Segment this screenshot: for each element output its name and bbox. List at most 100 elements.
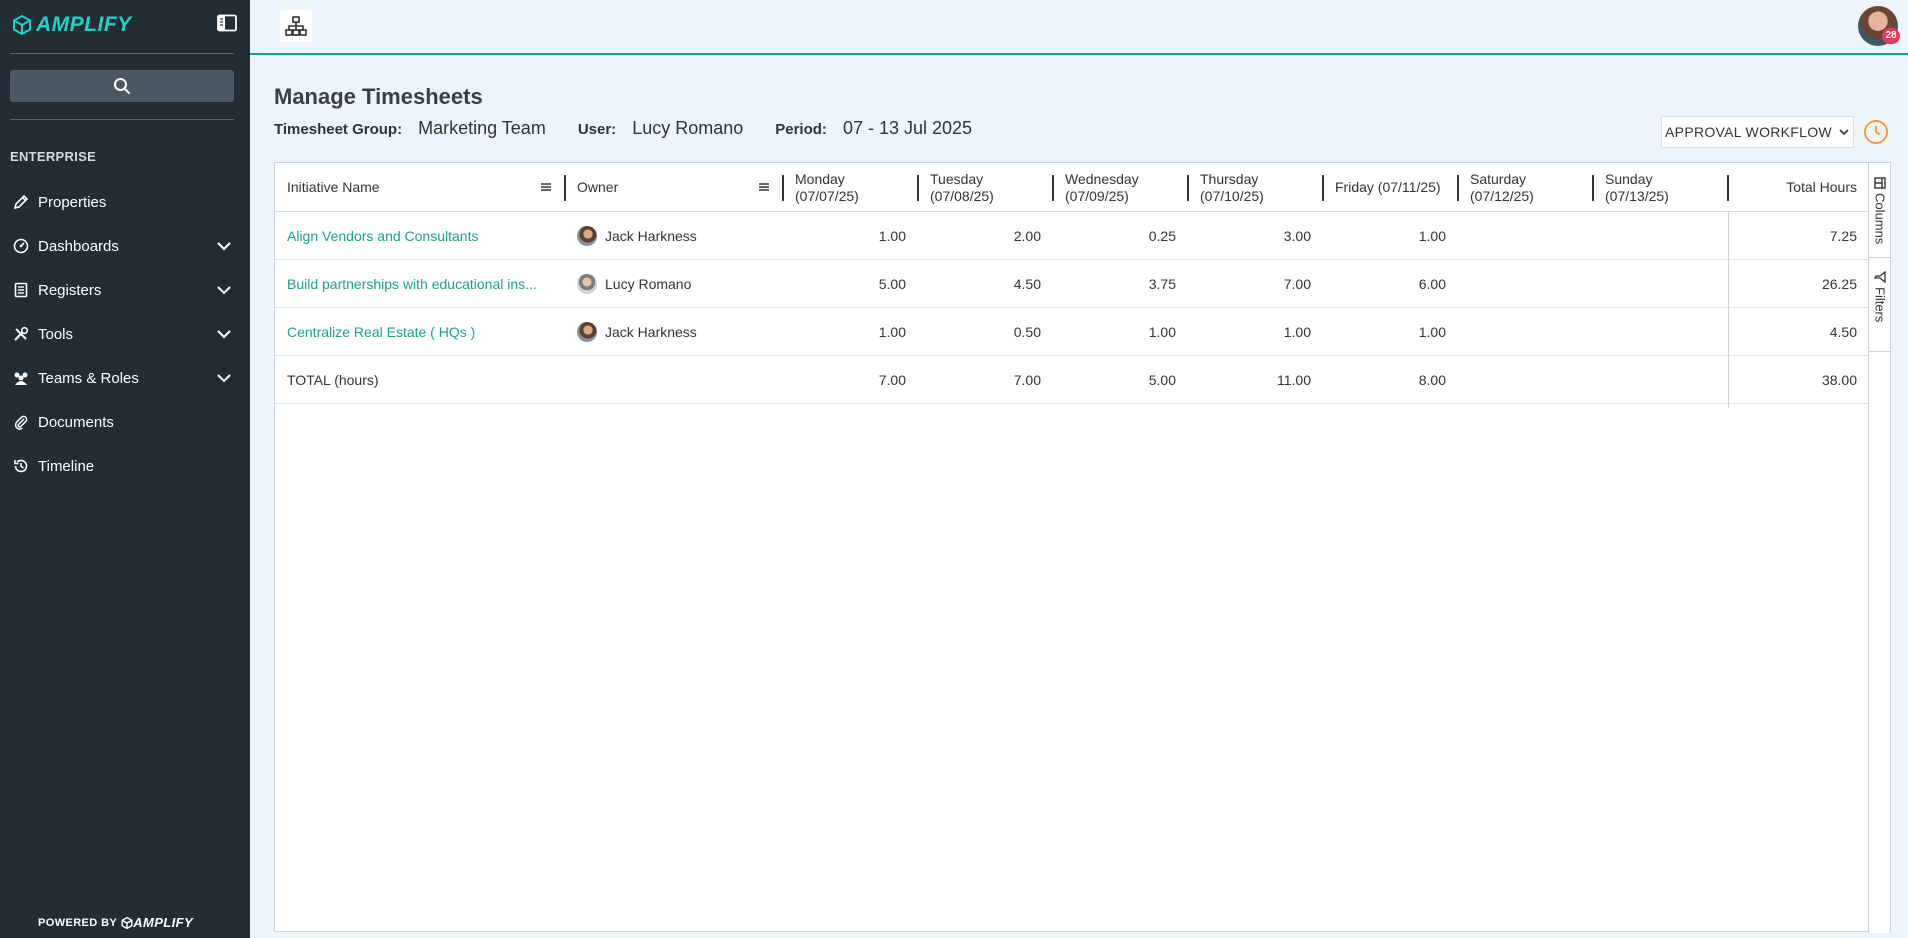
table-row[interactable]: Build partnerships with educational ins.… <box>275 260 1869 308</box>
column-header-sunday[interactable]: Sunday (07/13/25) <box>1593 163 1728 212</box>
table-row[interactable]: Centralize Real Estate ( HQs ) Jack Hark… <box>275 308 1869 356</box>
hours-cell-tuesday[interactable]: 0.50 <box>918 308 1041 355</box>
hours-cell-thursday[interactable]: 1.00 <box>1188 308 1311 355</box>
sidebar-item-label: Dashboards <box>38 237 119 255</box>
brand-name: AMPLIFY <box>36 13 132 36</box>
sidebar-item-tools[interactable]: Tools <box>0 312 250 356</box>
sidebar-divider <box>10 53 234 54</box>
column-header-thursday[interactable]: Thursday (07/10/25) <box>1188 163 1323 212</box>
owner-avatar <box>577 225 597 246</box>
column-header-label: Owner <box>577 179 619 195</box>
sidebar-item-documents[interactable]: Documents <box>0 400 250 444</box>
hierarchy-button[interactable] <box>280 10 312 42</box>
hours-cell-friday[interactable]: 6.00 <box>1323 260 1446 307</box>
chevron-down-icon[interactable] <box>216 238 232 254</box>
hours-cell-sunday[interactable] <box>1593 212 1716 259</box>
column-header-date: (07/09/25) <box>1065 187 1129 204</box>
hours-cell-wednesday[interactable]: 1.00 <box>1053 308 1176 355</box>
sidebar: AMPLIFY ENTERPRISE Properties Dashboards… <box>0 0 250 938</box>
column-header-label: Total Hours <box>1786 179 1857 195</box>
column-header-date: (07/07/25) <box>795 187 859 204</box>
dashboard-icon <box>12 237 30 255</box>
hours-cell-monday[interactable]: 5.00 <box>783 260 906 307</box>
column-header-monday[interactable]: Monday (07/07/25) <box>783 163 918 212</box>
hours-cell-friday[interactable]: 1.00 <box>1323 212 1446 259</box>
totals-label: TOTAL (hours) <box>287 371 379 388</box>
hours-cell-sunday[interactable] <box>1593 260 1716 307</box>
filters-tab[interactable]: Filters <box>1869 267 1891 347</box>
hours-cell-thursday[interactable]: 7.00 <box>1188 260 1311 307</box>
total-hours-cell: 26.25 <box>1821 275 1857 292</box>
sidebar-search-button[interactable] <box>10 70 234 102</box>
initiative-link[interactable]: Align Vendors and Consultants <box>287 212 557 259</box>
sidebar-item-timeline[interactable]: Timeline <box>0 444 250 488</box>
total-cell-sunday <box>1593 356 1716 403</box>
period-value: 07 - 13 Jul 2025 <box>842 118 973 138</box>
totals-row: TOTAL (hours) 7.00 7.00 5.00 11.00 8.00 … <box>275 356 1869 404</box>
grid-header: Initiative Name Owner Monday (07/07/25) T… <box>275 163 1869 212</box>
history-clock-button[interactable] <box>1862 118 1890 146</box>
column-header-day: Monday <box>795 170 845 187</box>
side-tab-divider <box>1869 351 1891 352</box>
sidebar-item-registers[interactable]: Registers <box>0 268 250 312</box>
hours-cell-sunday[interactable] <box>1593 308 1716 355</box>
total-cell-friday: 8.00 <box>1418 371 1446 388</box>
chevron-down-icon <box>1839 129 1849 136</box>
hours-cell-saturday[interactable] <box>1458 260 1581 307</box>
sidebar-item-dashboards[interactable]: Dashboards <box>0 224 250 268</box>
user-avatar-button[interactable]: 28 <box>1858 6 1900 46</box>
history-icon <box>12 457 30 475</box>
owner-avatar <box>577 321 597 342</box>
column-header-day: Wednesday <box>1065 170 1139 187</box>
hours-cell-monday[interactable]: 1.00 <box>783 308 906 355</box>
column-header-tuesday[interactable]: Tuesday (07/08/25) <box>918 163 1053 212</box>
hours-cell-saturday[interactable] <box>1458 212 1581 259</box>
owner-cell: Lucy Romano <box>577 260 767 307</box>
hours-cell-wednesday[interactable]: 3.75 <box>1053 260 1176 307</box>
hours-cell-tuesday[interactable]: 2.00 <box>918 212 1041 259</box>
column-header-saturday[interactable]: Saturday (07/12/25) <box>1458 163 1593 212</box>
column-header-label: Initiative Name <box>287 179 380 195</box>
chevron-down-icon[interactable] <box>216 370 232 386</box>
cube-icon <box>121 916 133 929</box>
hours-cell-thursday[interactable]: 3.00 <box>1188 212 1311 259</box>
collapse-sidebar-button[interactable] <box>216 14 238 34</box>
hours-cell-tuesday[interactable]: 4.50 <box>918 260 1041 307</box>
initiative-link[interactable]: Centralize Real Estate ( HQs ) <box>287 308 557 355</box>
sidebar-divider <box>10 119 234 120</box>
initiative-link[interactable]: Build partnerships with educational ins.… <box>287 260 557 307</box>
column-header-total[interactable]: Total Hours <box>1728 163 1869 212</box>
hours-cell-wednesday[interactable]: 0.25 <box>1053 212 1176 259</box>
total-cell-tuesday: 7.00 <box>1013 371 1041 388</box>
columns-tab[interactable]: Columns <box>1869 173 1891 253</box>
column-header-owner[interactable]: Owner <box>565 163 757 212</box>
side-tab-divider <box>1869 257 1891 258</box>
sidebar-item-properties[interactable]: Properties <box>0 180 250 224</box>
column-header-date: (07/12/25) <box>1470 187 1534 204</box>
sidebar-item-teams-roles[interactable]: Teams & Roles <box>0 356 250 400</box>
column-header-date: (07/08/25) <box>930 187 994 204</box>
column-header-friday[interactable]: Friday (07/11/25) <box>1323 163 1458 212</box>
column-header-initiative[interactable]: Initiative Name <box>275 163 565 212</box>
chevron-down-icon[interactable] <box>216 326 232 342</box>
table-row[interactable]: Align Vendors and Consultants Jack Harkn… <box>275 212 1869 260</box>
column-header-wednesday[interactable]: Wednesday (07/09/25) <box>1053 163 1188 212</box>
topbar: 28 <box>250 0 1908 55</box>
register-icon <box>12 281 30 299</box>
hours-cell-saturday[interactable] <box>1458 308 1581 355</box>
column-menu-icon[interactable] <box>540 181 552 193</box>
user-value: Lucy Romano <box>632 118 744 138</box>
owner-name: Jack Harkness <box>605 323 697 340</box>
total-cell-grand: 38.00 <box>1821 371 1857 388</box>
column-menu-icon[interactable] <box>758 181 770 193</box>
sidebar-item-label: Properties <box>38 193 107 211</box>
approval-workflow-button[interactable]: APPROVAL WORKFLOW <box>1661 116 1854 148</box>
sidebar-section-label: ENTERPRISE <box>10 149 97 164</box>
paperclip-icon <box>12 413 30 431</box>
owner-avatar <box>577 273 597 294</box>
amplify-logo[interactable]: AMPLIFY <box>12 13 132 37</box>
chevron-down-icon[interactable] <box>216 282 232 298</box>
hours-cell-friday[interactable]: 1.00 <box>1323 308 1446 355</box>
hours-cell-monday[interactable]: 1.00 <box>783 212 906 259</box>
sidebar-item-label: Tools <box>38 325 74 343</box>
